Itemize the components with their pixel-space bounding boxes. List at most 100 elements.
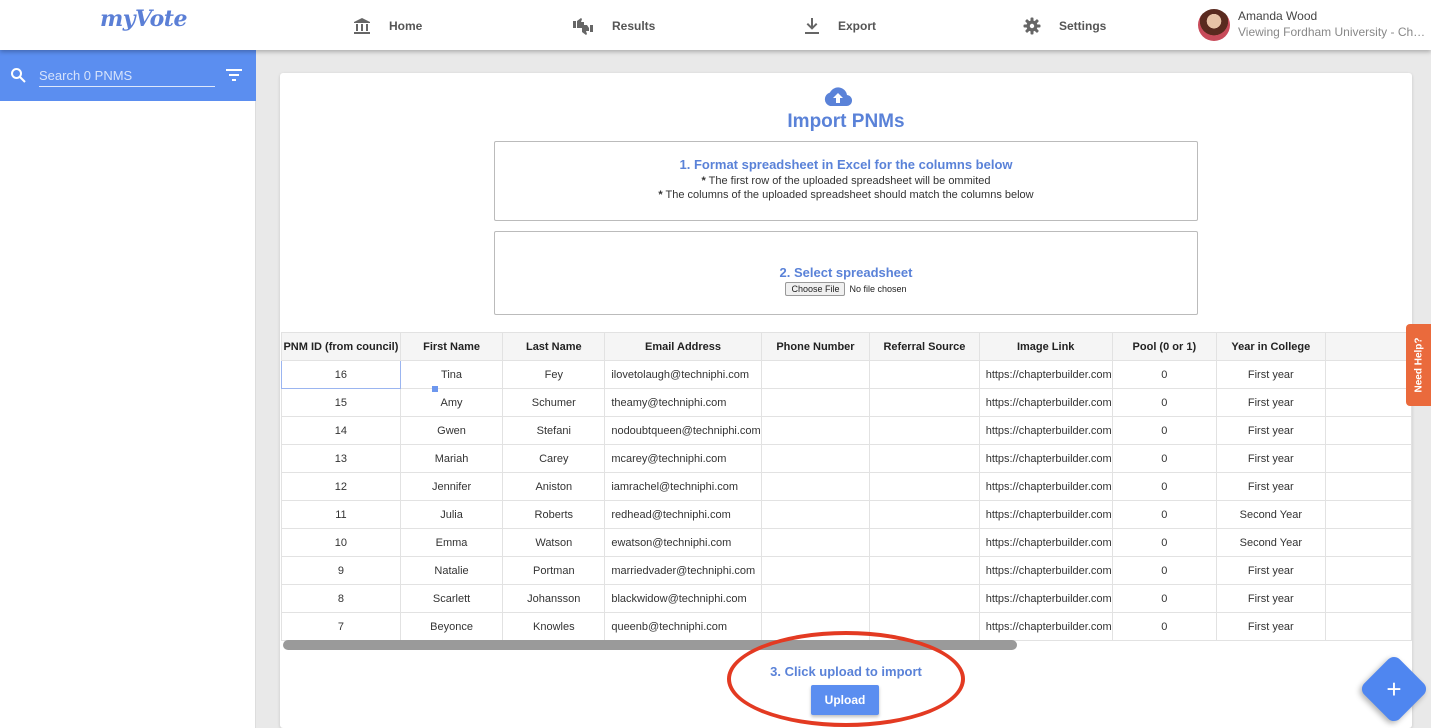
table-cell[interactable]: Carey bbox=[502, 444, 606, 473]
table-cell[interactable]: https://chapterbuilder.com bbox=[978, 360, 1113, 389]
table-cell[interactable]: Second Year bbox=[1215, 500, 1326, 529]
table-cell[interactable]: Aniston bbox=[502, 472, 606, 501]
table-cell[interactable] bbox=[1324, 500, 1412, 529]
table-cell[interactable]: Gwen bbox=[399, 416, 504, 445]
table-cell[interactable] bbox=[1324, 556, 1412, 585]
table-cell[interactable] bbox=[1324, 444, 1412, 473]
table-cell[interactable] bbox=[1324, 472, 1412, 501]
table-cell[interactable]: Tina bbox=[399, 360, 504, 389]
table-row[interactable]: 9 Natalie Portman marriedvader@techniphi.co… bbox=[281, 556, 1412, 585]
table-cell[interactable]: 9 bbox=[281, 556, 401, 585]
table-cell[interactable]: 0 bbox=[1111, 472, 1217, 501]
table-cell[interactable] bbox=[760, 612, 871, 641]
table-cell[interactable]: ilovetolaugh@techniphi.com bbox=[604, 360, 762, 389]
table-row[interactable]: 10 Emma Watson ewatson@techniphi.com https:/… bbox=[281, 528, 1412, 557]
table-cell[interactable]: https://chapterbuilder.com bbox=[978, 444, 1113, 473]
table-cell[interactable]: 16 bbox=[281, 360, 401, 389]
table-cell[interactable]: 0 bbox=[1111, 584, 1217, 613]
table-cell[interactable]: Watson bbox=[502, 528, 606, 557]
table-cell[interactable]: queenb@techniphi.com bbox=[604, 612, 762, 641]
table-cell[interactable]: 0 bbox=[1111, 500, 1217, 529]
table-cell[interactable]: https://chapterbuilder.com bbox=[978, 584, 1113, 613]
table-cell[interactable]: 14 bbox=[281, 416, 401, 445]
nav-results[interactable]: Results bbox=[572, 15, 655, 37]
table-cell[interactable]: Emma bbox=[399, 528, 504, 557]
table-cell[interactable]: Amy bbox=[399, 388, 504, 417]
table-cell[interactable]: https://chapterbuilder.com bbox=[978, 556, 1113, 585]
table-cell[interactable]: Natalie bbox=[399, 556, 504, 585]
table-cell[interactable]: nodoubtqueen@techniphi.com bbox=[604, 416, 762, 445]
upload-button[interactable]: Upload bbox=[811, 685, 879, 715]
table-cell[interactable]: First year bbox=[1215, 556, 1326, 585]
table-cell[interactable]: Mariah bbox=[399, 444, 504, 473]
table-cell[interactable]: First year bbox=[1215, 388, 1326, 417]
table-cell[interactable] bbox=[869, 388, 980, 417]
table-cell[interactable]: 0 bbox=[1111, 444, 1217, 473]
selection-handle[interactable] bbox=[432, 386, 438, 392]
table-row[interactable]: 13 Mariah Carey mcarey@techniphi.com https:/… bbox=[281, 444, 1412, 473]
table-cell[interactable] bbox=[869, 528, 980, 557]
table-cell[interactable] bbox=[1324, 612, 1412, 641]
user-menu[interactable]: Amanda Wood Viewing Fordham University -… bbox=[1198, 6, 1431, 46]
table-cell[interactable] bbox=[760, 416, 871, 445]
table-cell[interactable]: Julia bbox=[399, 500, 504, 529]
table-cell[interactable]: Knowles bbox=[502, 612, 606, 641]
table-cell[interactable]: https://chapterbuilder.com bbox=[978, 500, 1113, 529]
table-cell[interactable]: marriedvader@techniphi.com bbox=[604, 556, 762, 585]
nav-settings[interactable]: Settings bbox=[1023, 15, 1106, 37]
horizontal-scrollbar[interactable] bbox=[283, 640, 1017, 650]
table-cell[interactable]: 0 bbox=[1111, 556, 1217, 585]
table-cell[interactable]: ewatson@techniphi.com bbox=[604, 528, 762, 557]
table-cell[interactable] bbox=[760, 388, 871, 417]
table-cell[interactable] bbox=[760, 472, 871, 501]
table-row[interactable]: 12 Jennifer Aniston iamrachel@techniphi.com… bbox=[281, 472, 1412, 501]
table-cell[interactable]: Johansson bbox=[502, 584, 606, 613]
table-cell[interactable]: First year bbox=[1215, 584, 1326, 613]
choose-file-button[interactable]: Choose File bbox=[785, 282, 846, 296]
table-cell[interactable]: First year bbox=[1215, 444, 1326, 473]
table-cell[interactable]: 12 bbox=[281, 472, 401, 501]
table-cell[interactable] bbox=[1324, 528, 1412, 557]
table-cell[interactable] bbox=[1324, 388, 1412, 417]
table-cell[interactable]: https://chapterbuilder.com bbox=[978, 416, 1113, 445]
table-cell[interactable] bbox=[760, 500, 871, 529]
table-cell[interactable]: 15 bbox=[281, 388, 401, 417]
nav-export[interactable]: Export bbox=[804, 15, 876, 37]
table-cell[interactable]: Portman bbox=[502, 556, 606, 585]
pnm-table-container[interactable]: PNM ID (from council) First Name Last Name… bbox=[281, 332, 1412, 652]
table-cell[interactable] bbox=[760, 444, 871, 473]
table-cell[interactable]: First year bbox=[1215, 360, 1326, 389]
table-cell[interactable]: Roberts bbox=[502, 500, 606, 529]
table-cell[interactable] bbox=[869, 416, 980, 445]
table-cell[interactable] bbox=[869, 360, 980, 389]
table-cell[interactable] bbox=[760, 584, 871, 613]
table-cell[interactable]: https://chapterbuilder.com bbox=[978, 528, 1113, 557]
table-cell[interactable]: Fey bbox=[502, 360, 606, 389]
table-cell[interactable]: Jennifer bbox=[399, 472, 504, 501]
table-cell[interactable] bbox=[760, 360, 871, 389]
table-row[interactable]: 16 Tina Fey ilovetolaugh@techniphi.com https… bbox=[281, 360, 1412, 389]
table-cell[interactable]: 0 bbox=[1111, 416, 1217, 445]
table-cell[interactable]: First year bbox=[1215, 612, 1326, 641]
table-cell[interactable]: redhead@techniphi.com bbox=[604, 500, 762, 529]
need-help-tab[interactable]: Need Help? bbox=[1406, 324, 1431, 406]
table-cell[interactable]: 7 bbox=[281, 612, 401, 641]
table-cell[interactable] bbox=[760, 528, 871, 557]
table-cell[interactable] bbox=[869, 556, 980, 585]
table-cell[interactable] bbox=[1324, 360, 1412, 389]
table-cell[interactable]: https://chapterbuilder.com bbox=[978, 612, 1113, 641]
table-cell[interactable]: mcarey@techniphi.com bbox=[604, 444, 762, 473]
table-cell[interactable]: 11 bbox=[281, 500, 401, 529]
table-cell[interactable]: Scarlett bbox=[399, 584, 504, 613]
table-cell[interactable]: 8 bbox=[281, 584, 401, 613]
table-row[interactable]: 14 Gwen Stefani nodoubtqueen@techniphi.com h… bbox=[281, 416, 1412, 445]
table-cell[interactable] bbox=[869, 584, 980, 613]
app-logo[interactable]: myVote bbox=[100, 4, 187, 44]
nav-home[interactable]: Home bbox=[353, 15, 422, 37]
table-row[interactable]: 8 Scarlett Johansson blackwidow@techniphi.c… bbox=[281, 584, 1412, 613]
table-cell[interactable]: First year bbox=[1215, 416, 1326, 445]
table-cell[interactable]: Schumer bbox=[502, 388, 606, 417]
table-cell[interactable] bbox=[869, 612, 980, 641]
table-cell[interactable]: Stefani bbox=[502, 416, 606, 445]
table-cell[interactable] bbox=[1324, 584, 1412, 613]
